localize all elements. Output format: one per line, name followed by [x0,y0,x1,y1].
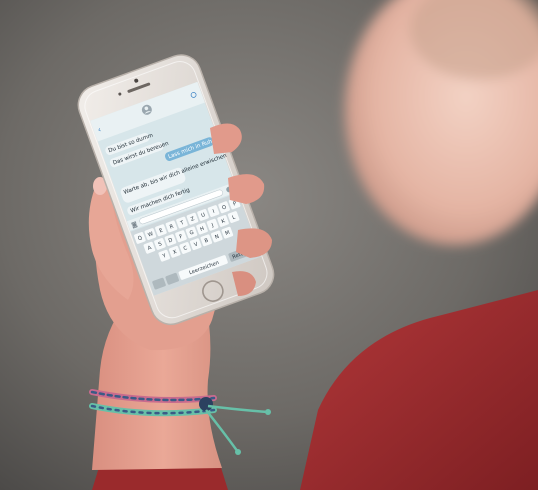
photo-scene: ‹ Du bist so dumm Das wirst du bereuen L… [0,0,538,490]
